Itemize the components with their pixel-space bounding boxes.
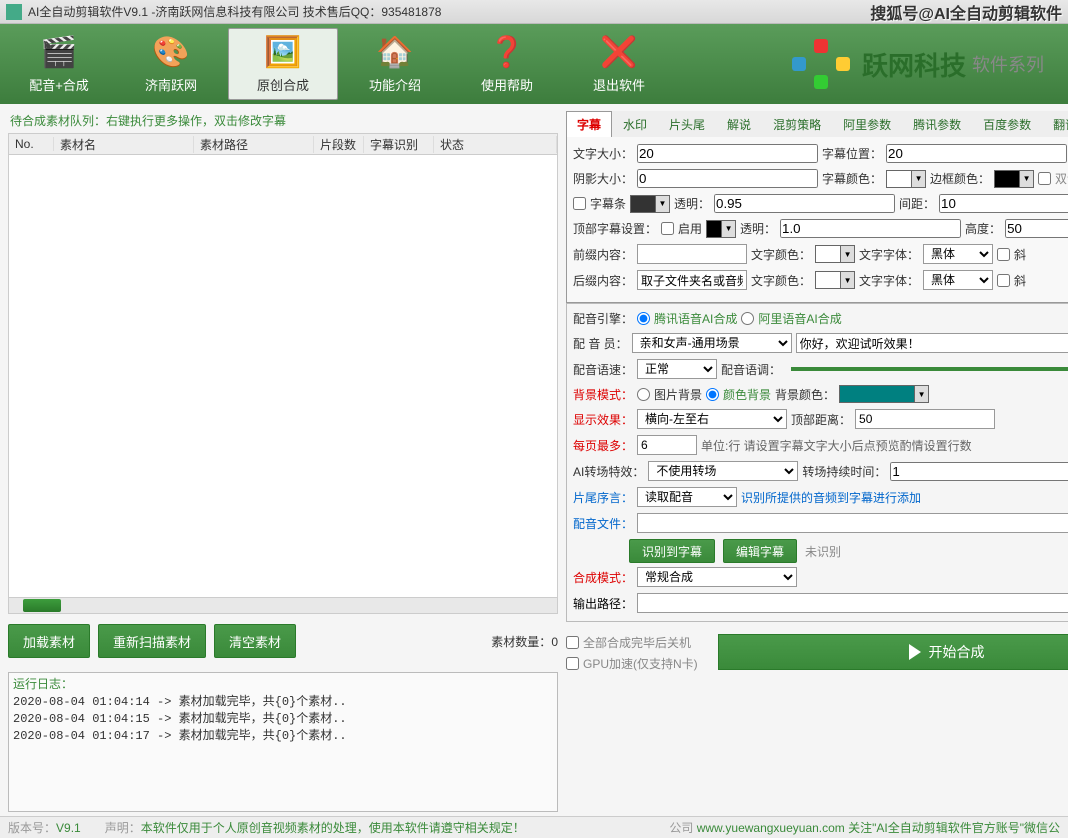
subtitle-bar-checkbox[interactable] (573, 197, 586, 210)
queue-hint: 待合成素材队列：右键执行更多操作，双击修改字幕 (8, 110, 558, 133)
border-color-picker[interactable]: ▼ (994, 170, 1034, 188)
top-color-picker[interactable]: ▼ (706, 220, 736, 238)
toolbar-help[interactable]: ❓使用帮助 (452, 28, 562, 100)
suffix-input[interactable] (637, 270, 747, 290)
toolbar-original-compose[interactable]: 🖼️原创合成 (228, 28, 338, 100)
prefix-italic-checkbox[interactable] (997, 248, 1010, 261)
toolbar-dub-compose[interactable]: 🎬配音+合成 (4, 28, 114, 100)
maxline-input[interactable] (637, 435, 697, 455)
app-title: AI全自动剪辑软件V9.1 -济南跃网信息科技有限公司 技术售后QQ：93548… (28, 3, 441, 20)
topdist-input[interactable] (855, 409, 995, 429)
load-material-button[interactable]: 加载素材 (8, 624, 90, 658)
brand: 跃网科技 软件系列 (676, 39, 1064, 89)
picture-icon: 🖼️ (263, 35, 303, 71)
log-panel: 运行日志： 2020-08-04 01:04:14 -> 素材加载完毕，共{0}… (8, 672, 558, 812)
tail-select[interactable]: 读取配音 (637, 487, 737, 507)
shadow-input[interactable] (637, 169, 818, 188)
prefix-color-picker[interactable]: ▼ (815, 245, 855, 263)
material-count: 素材数量：0 (491, 633, 558, 650)
material-grid[interactable] (8, 155, 558, 598)
top-enable-checkbox[interactable] (661, 222, 674, 235)
voice-select[interactable]: 亲和女声-通用场景 (632, 333, 792, 353)
bg-color-radio[interactable] (706, 388, 719, 401)
prefix-input[interactable] (637, 244, 747, 264)
film-icon: 🎬 (39, 35, 79, 71)
tab-subtitle[interactable]: 字幕 (566, 111, 612, 137)
compose-mode-select[interactable]: 常规合成 (637, 567, 797, 587)
dubfile-input[interactable] (637, 513, 1068, 533)
recognize-subtitle-button[interactable]: 识别到字幕 (629, 539, 715, 563)
transition-select[interactable]: 不使用转场 (648, 461, 798, 481)
tab-translate[interactable]: 翻译API (1042, 111, 1068, 137)
palette-icon: 🎨 (151, 35, 191, 71)
h-scrollbar[interactable] (8, 598, 558, 614)
tab-ali[interactable]: 阿里参数 (832, 111, 902, 137)
rescan-material-button[interactable]: 重新扫描素材 (98, 624, 206, 658)
voice-sample-input[interactable] (796, 333, 1068, 353)
titlebar: AI全自动剪辑软件V9.1 -济南跃网信息科技有限公司 技术售后QQ：93548… (0, 0, 1068, 24)
top-alpha-input[interactable] (780, 219, 961, 238)
subtitle-panel: 文字大小： 字幕位置： 边框大小： 文字字体：黑体 阴影大小： 字幕颜色：▼ 边… (566, 137, 1068, 303)
tab-baidu[interactable]: 百度参数 (972, 111, 1042, 137)
transdur-input[interactable] (890, 462, 1068, 481)
clear-material-button[interactable]: 清空素材 (214, 624, 296, 658)
brand-logo-icon (792, 39, 852, 89)
output-path-input[interactable] (637, 593, 1068, 613)
settings-tabs: 字幕 水印 片头尾 解说 混剪策略 阿里参数 腾讯参数 百度参数 翻译API (566, 110, 1068, 137)
tab-narration[interactable]: 解说 (716, 111, 762, 137)
tab-headtail[interactable]: 片头尾 (658, 111, 716, 137)
subtitle-color-picker[interactable]: ▼ (886, 170, 926, 188)
tone-slider[interactable] (791, 367, 1068, 371)
font-size-input[interactable] (637, 144, 818, 163)
app-icon (6, 4, 22, 20)
grid-header: No. 素材名 素材路径 片段数 字幕识别 状态 (8, 133, 558, 155)
display-select[interactable]: 横向-左至右 (637, 409, 787, 429)
bar-color-picker[interactable]: ▼ (630, 195, 670, 213)
bg-color-picker[interactable]: ▼ (839, 385, 929, 403)
bar-alpha-input[interactable] (714, 194, 895, 213)
prefix-font-select[interactable]: 黑体 (923, 244, 993, 264)
suffix-italic-checkbox[interactable] (997, 274, 1010, 287)
tab-tencent[interactable]: 腾讯参数 (902, 111, 972, 137)
bilingual-checkbox[interactable] (1038, 172, 1051, 185)
suffix-font-select[interactable]: 黑体 (923, 270, 993, 290)
bg-image-radio[interactable] (637, 388, 650, 401)
unrecognized-label: 未识别 (805, 543, 841, 560)
gpu-checkbox[interactable] (566, 657, 579, 670)
edit-subtitle-button[interactable]: 编辑字幕 (723, 539, 797, 563)
toolbar-exit[interactable]: ❌退出软件 (564, 28, 674, 100)
help-icon: ❓ (487, 35, 527, 71)
tab-watermark[interactable]: 水印 (612, 111, 658, 137)
subtitle-pos-input[interactable] (886, 144, 1067, 163)
toolbar-company[interactable]: 🎨济南跃网 (116, 28, 226, 100)
toolbar-features[interactable]: 🏠功能介绍 (340, 28, 450, 100)
tab-mixcut[interactable]: 混剪策略 (762, 111, 832, 137)
speed-select[interactable]: 正常 (637, 359, 717, 379)
suffix-color-picker[interactable]: ▼ (815, 271, 855, 289)
start-compose-button[interactable]: 开始合成 (718, 634, 1068, 670)
statusbar: 版本号：V9.1 声明：本软件仅用于个人原创音视频素材的处理，使用本软件请遵守相… (0, 816, 1068, 838)
top-height-input[interactable] (1005, 219, 1068, 238)
engine-tencent-radio[interactable] (637, 312, 650, 325)
voice-panel: 配音引擎： 腾讯语音AI合成 阿里语音AI合成 配 音 员： 亲和女声-通用场景… (566, 303, 1068, 622)
play-icon (909, 644, 921, 660)
bar-gap-input[interactable] (939, 194, 1068, 213)
main-toolbar: 🎬配音+合成 🎨济南跃网 🖼️原创合成 🏠功能介绍 ❓使用帮助 ❌退出软件 跃网… (0, 24, 1068, 104)
home-icon: 🏠 (375, 35, 415, 71)
titlebar-right: 搜狐号@AI全自动剪辑软件 (870, 0, 1062, 24)
shutdown-checkbox[interactable] (566, 636, 579, 649)
bottom-options: 全部合成完毕后关机 GPU加速(仅支持N卡) 开始合成 停止合成 (566, 634, 1068, 676)
site-link[interactable]: www.yuewangxueyuan.com (697, 821, 845, 835)
engine-ali-radio[interactable] (741, 312, 754, 325)
close-icon: ❌ (599, 35, 639, 71)
